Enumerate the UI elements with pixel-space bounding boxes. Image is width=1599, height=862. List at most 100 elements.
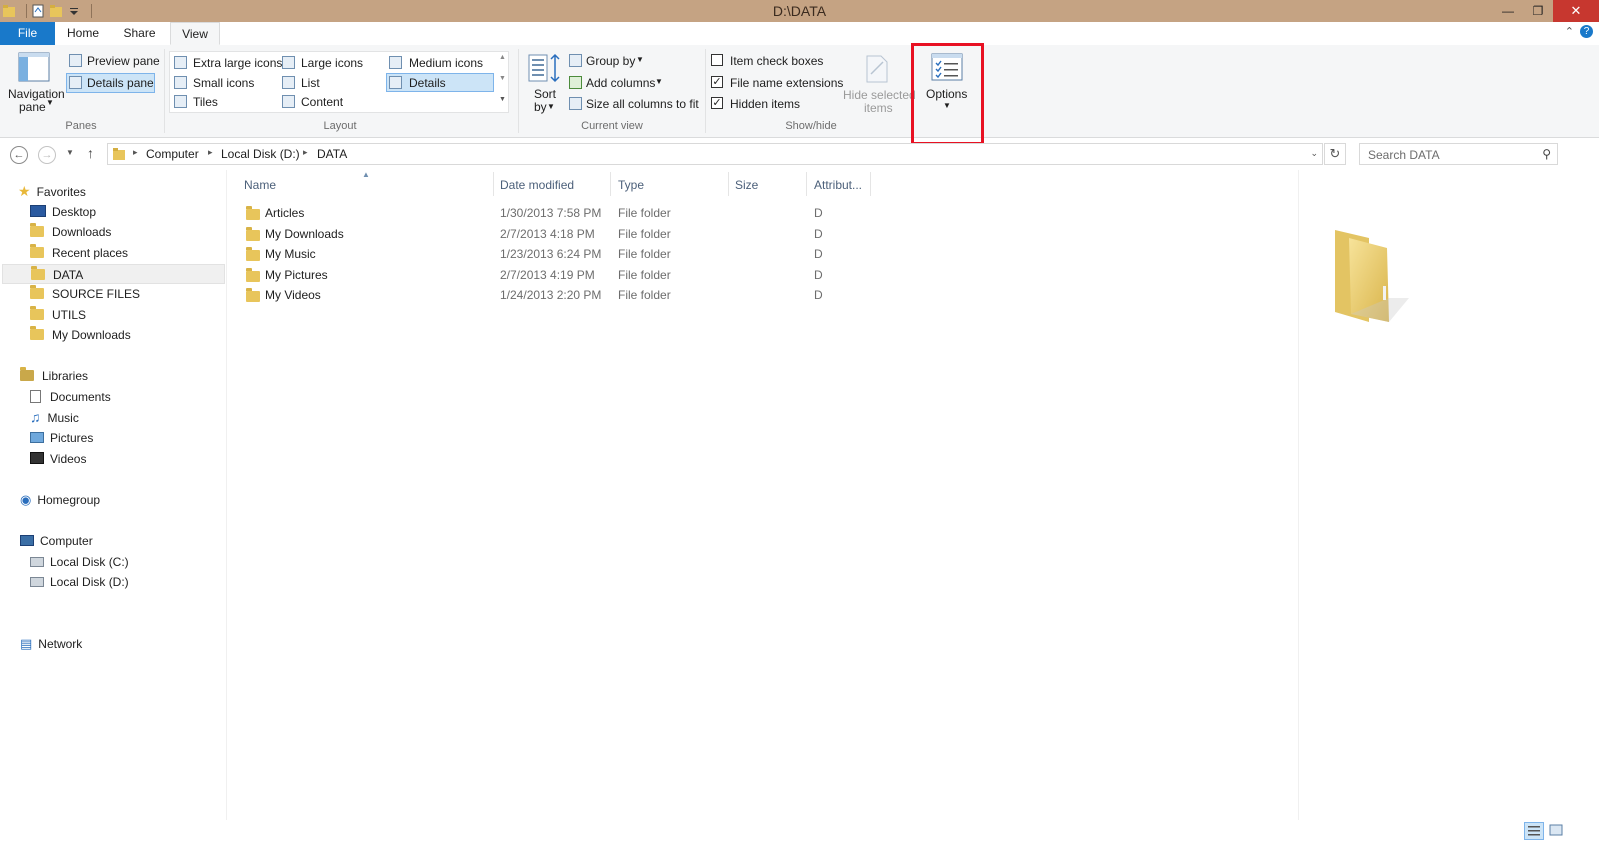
chevron-down-icon: ▼ xyxy=(46,98,54,107)
gallery-scroll-down-icon[interactable]: ▼ xyxy=(499,75,506,82)
search-box[interactable]: ⚲ xyxy=(1359,143,1558,165)
small-icons-option[interactable]: Small icons xyxy=(193,76,254,90)
refresh-button[interactable]: ↻ xyxy=(1324,143,1346,165)
breadcrumb-separator-icon[interactable]: ▸ xyxy=(303,147,308,158)
search-input[interactable] xyxy=(1366,145,1530,165)
ribbon-view: Navigation pane ▼ Preview pane Details p… xyxy=(0,45,1599,138)
nav-network[interactable]: ▤ Network xyxy=(20,634,82,654)
up-arrow-icon[interactable]: ↑ xyxy=(87,145,94,161)
nav-utils[interactable]: UTILS xyxy=(30,305,86,325)
nav-downloads-label: Downloads xyxy=(52,225,112,239)
details-view-button[interactable] xyxy=(1524,822,1544,840)
column-divider[interactable] xyxy=(806,172,807,196)
item-check-boxes-checkbox[interactable] xyxy=(711,54,723,66)
file-name-extensions-checkbox[interactable]: ✓ xyxy=(711,76,723,88)
nav-local-disk-c[interactable]: Local Disk (C:) xyxy=(30,552,129,572)
large-icons-view-button[interactable] xyxy=(1547,822,1567,840)
nav-videos[interactable]: Videos xyxy=(30,449,86,469)
group-by-button[interactable]: Group by xyxy=(586,54,635,68)
recent-locations-dropdown[interactable]: ▼ xyxy=(66,148,74,157)
group-divider xyxy=(518,49,519,133)
medium-icons-option[interactable]: Medium icons xyxy=(409,56,483,70)
minimize-icon: — xyxy=(1502,4,1514,18)
tab-home[interactable]: Home xyxy=(57,22,109,45)
column-header-name[interactable]: Name xyxy=(244,178,276,192)
file-attributes: D xyxy=(814,268,823,282)
nav-data[interactable]: DATA xyxy=(2,264,225,284)
size-all-columns-button[interactable]: Size all columns to fit xyxy=(586,97,699,111)
nav-music[interactable]: ♫ Music xyxy=(30,407,79,427)
nav-recent-places[interactable]: Recent places xyxy=(30,243,128,263)
gallery-scroll-up-icon[interactable]: ▲ xyxy=(499,54,506,61)
chevron-down-icon: ▼ xyxy=(655,77,663,86)
layout-group-label: Layout xyxy=(323,120,357,132)
file-name[interactable]: My Downloads xyxy=(265,227,344,241)
restore-button[interactable]: ❐ xyxy=(1523,0,1553,22)
details-option[interactable]: Details xyxy=(409,76,446,90)
file-name[interactable]: My Music xyxy=(265,247,316,261)
hidden-items-checkbox[interactable]: ✓ xyxy=(711,97,723,109)
close-button[interactable]: ✕ xyxy=(1553,0,1599,22)
file-name-extensions-label[interactable]: File name extensions xyxy=(730,76,843,90)
nav-my-downloads-label: My Downloads xyxy=(52,328,131,342)
nav-local-disk-d[interactable]: Local Disk (D:) xyxy=(30,572,129,592)
large-icons-option[interactable]: Large icons xyxy=(301,56,363,70)
breadcrumb-separator-icon[interactable]: ▸ xyxy=(133,147,138,158)
back-button[interactable]: ← xyxy=(10,146,28,164)
details-pane-button[interactable]: Details pane xyxy=(87,76,154,90)
search-icon[interactable]: ⚲ xyxy=(1542,147,1551,161)
tiles-option[interactable]: Tiles xyxy=(193,95,218,109)
nav-homegroup[interactable]: ◉ Homegroup xyxy=(20,490,100,510)
breadcrumb-data[interactable]: DATA xyxy=(317,147,347,161)
nav-downloads[interactable]: Downloads xyxy=(30,222,111,242)
column-divider[interactable] xyxy=(493,172,494,196)
gallery-expand-icon[interactable]: ▼ xyxy=(499,96,506,103)
column-header-attributes[interactable]: Attribut... xyxy=(814,178,862,192)
column-header-size[interactable]: Size xyxy=(735,178,758,192)
tab-share[interactable]: Share xyxy=(112,22,167,45)
forward-button[interactable]: → xyxy=(38,146,56,164)
column-divider[interactable] xyxy=(870,172,871,196)
breadcrumb-separator-icon[interactable]: ▸ xyxy=(208,147,213,158)
large-icons-view-icon xyxy=(1549,824,1563,836)
file-name[interactable]: Articles xyxy=(265,206,304,220)
hidden-items-label[interactable]: Hidden items xyxy=(730,97,800,111)
address-bar[interactable]: ▸ Computer ▸ Local Disk (D:) ▸ DATA ⌄ xyxy=(107,143,1323,165)
tab-view[interactable]: View xyxy=(170,22,220,45)
nav-favorites-label: Favorites xyxy=(36,185,86,199)
chevron-down-icon[interactable]: ⌄ xyxy=(1310,148,1318,159)
extra-large-icons-icon xyxy=(174,56,187,69)
column-header-date-modified[interactable]: Date modified xyxy=(500,178,574,192)
tab-file[interactable]: File xyxy=(0,22,55,45)
nav-favorites[interactable]: ★ Favorites xyxy=(18,181,86,201)
column-header-type[interactable]: Type xyxy=(618,178,644,192)
folder-icon xyxy=(30,326,44,340)
nav-pictures[interactable]: Pictures xyxy=(30,428,93,448)
help-icon[interactable]: ? xyxy=(1580,25,1593,38)
file-name[interactable]: My Videos xyxy=(265,288,321,302)
content-option[interactable]: Content xyxy=(301,95,343,109)
folder-icon xyxy=(30,306,44,320)
nav-libraries[interactable]: Libraries xyxy=(20,366,88,386)
list-option[interactable]: List xyxy=(301,76,320,90)
nav-computer[interactable]: Computer xyxy=(20,531,93,551)
breadcrumb-local-disk-d[interactable]: Local Disk (D:) xyxy=(221,147,300,161)
preview-pane-button[interactable]: Preview pane xyxy=(87,54,160,68)
extra-large-icons-option[interactable]: Extra large icons xyxy=(193,56,282,70)
minimize-button[interactable]: — xyxy=(1493,0,1523,22)
nav-documents[interactable]: Documents xyxy=(30,387,111,407)
item-check-boxes-label[interactable]: Item check boxes xyxy=(730,54,823,68)
column-divider[interactable] xyxy=(728,172,729,196)
nav-source-files[interactable]: SOURCE FILES xyxy=(30,284,140,304)
minimize-ribbon-icon[interactable]: ⌃ xyxy=(1565,25,1574,38)
nav-desktop[interactable]: Desktop xyxy=(30,202,96,222)
folder-icon xyxy=(31,266,45,280)
breadcrumb-computer[interactable]: Computer xyxy=(146,147,199,161)
add-columns-button[interactable]: Add columns xyxy=(586,76,655,90)
details-view-icon xyxy=(1528,826,1540,836)
list-icon xyxy=(282,76,295,89)
nav-my-downloads[interactable]: My Downloads xyxy=(30,325,131,345)
column-divider[interactable] xyxy=(610,172,611,196)
file-name[interactable]: My Pictures xyxy=(265,268,328,282)
homegroup-icon: ◉ xyxy=(20,492,32,507)
